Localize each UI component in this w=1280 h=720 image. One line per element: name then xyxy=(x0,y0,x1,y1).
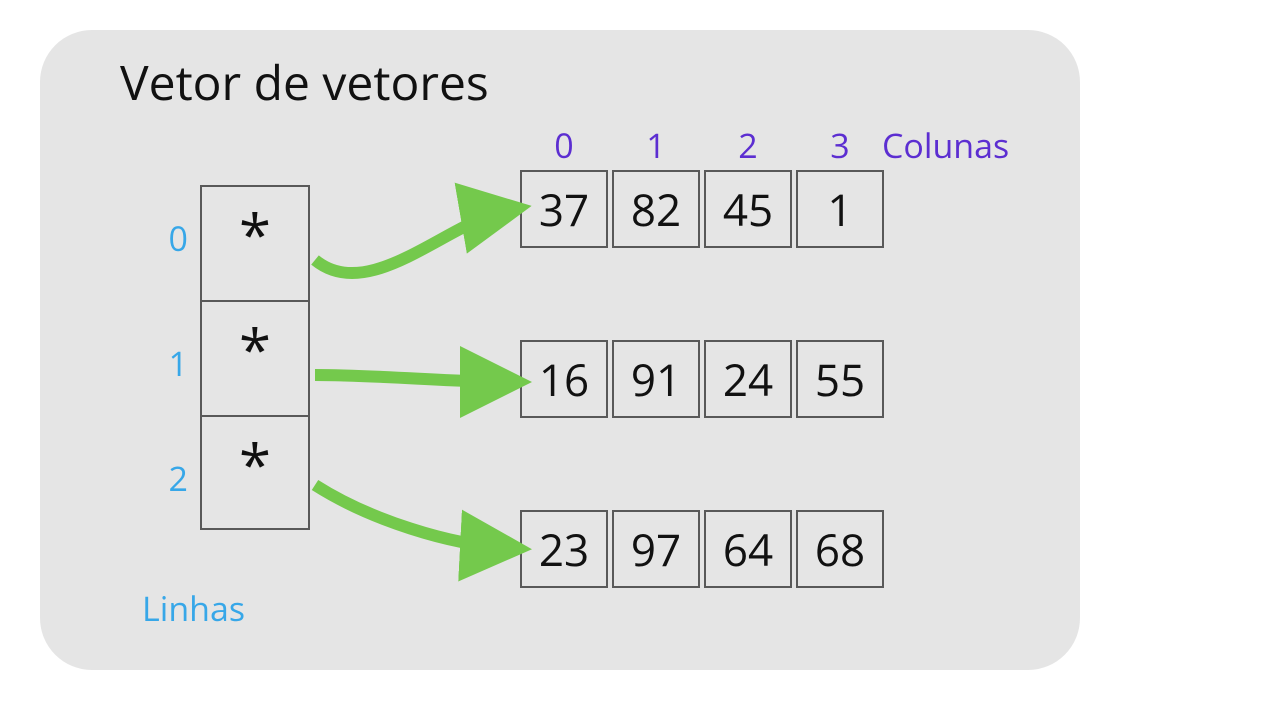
data-cell: 55 xyxy=(796,340,884,418)
data-cell: 91 xyxy=(612,340,700,418)
pointer-cell-2: * xyxy=(200,415,310,530)
pointer-vector: * * * xyxy=(200,185,310,530)
arrow-icon xyxy=(315,210,508,273)
data-cell: 23 xyxy=(520,510,608,588)
arrow-icon xyxy=(315,375,508,382)
row-index-0: 0 xyxy=(148,215,188,261)
pointer-cell-1: * xyxy=(200,300,310,415)
data-cell: 97 xyxy=(612,510,700,588)
data-cell: 68 xyxy=(796,510,884,588)
data-cell: 64 xyxy=(704,510,792,588)
rows-label: Linhas xyxy=(142,585,245,631)
data-cell: 16 xyxy=(520,340,608,418)
pointer-cell-0: * xyxy=(200,185,310,300)
column-index-3: 3 xyxy=(796,122,884,168)
data-cell: 37 xyxy=(520,170,608,248)
data-row-0: 37 82 45 1 xyxy=(520,170,884,248)
column-index-2: 2 xyxy=(704,122,792,168)
data-cell: 24 xyxy=(704,340,792,418)
data-row-1: 16 91 24 55 xyxy=(520,340,884,418)
data-cell: 82 xyxy=(612,170,700,248)
data-cell: 45 xyxy=(704,170,792,248)
arrow-icon xyxy=(315,485,508,548)
diagram-title: Vetor de vetores xyxy=(120,50,489,115)
data-row-2: 23 97 64 68 xyxy=(520,510,884,588)
columns-label: Colunas xyxy=(882,122,1009,168)
diagram-panel: Vetor de vetores 0 1 2 3 Colunas 0 1 2 L… xyxy=(40,30,1080,670)
row-index-2: 2 xyxy=(148,455,188,501)
data-cell: 1 xyxy=(796,170,884,248)
row-index-1: 1 xyxy=(148,340,188,386)
column-index-1: 1 xyxy=(612,122,700,168)
column-index-0: 0 xyxy=(520,122,608,168)
